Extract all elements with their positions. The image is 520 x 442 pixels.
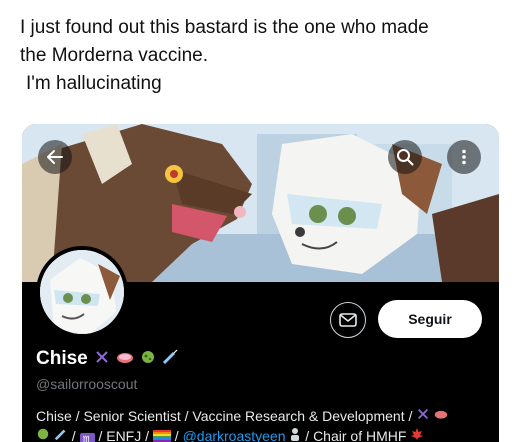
search-icon (397, 149, 414, 166)
handle: @sailorrooscout (36, 376, 138, 392)
person-emoji (289, 427, 301, 442)
bio-chair: / Chair of HMHF (305, 428, 407, 442)
syringe-emoji (162, 349, 178, 369)
envelope-icon (339, 313, 357, 327)
avatar-illustration (40, 250, 124, 334)
dna-emoji (94, 349, 110, 369)
infj-symbol-icon: ♏ (79, 433, 95, 442)
arrow-left-icon (47, 150, 63, 164)
bio-text-1: Chise / Senior Scientist / Vaccine Resea… (36, 408, 413, 424)
tweet-line-3: I'm hallucinating (26, 73, 162, 94)
petri-dish-emoji (434, 407, 448, 425)
rainbow-flag-icon (152, 430, 171, 442)
bio-sep-1: / (71, 428, 76, 442)
dna-emoji (416, 407, 430, 425)
bio-mention-link[interactable]: @darkroastyeen (183, 428, 286, 442)
petri-dish-emoji (116, 349, 134, 369)
syringe-emoji (54, 427, 68, 442)
bio-sep-2: / (174, 428, 179, 442)
tweet-text: I just found out this bastard is the one… (20, 14, 510, 98)
profile-screenshot-card: Seguir Chise @sailorrooscout Chise / Sen… (22, 124, 499, 442)
search-button[interactable] (388, 140, 422, 174)
more-vertical-icon (462, 149, 466, 165)
display-name-row: Chise (36, 346, 178, 372)
avatar[interactable] (36, 246, 128, 338)
more-options-button[interactable] (447, 140, 481, 174)
microbe-emoji (36, 427, 50, 442)
bio: Chise / Senior Scientist / Vaccine Resea… (36, 406, 496, 442)
bio-line-2: / ♏ / ENFJ / / @darkroastyeen / Chair of… (36, 426, 496, 442)
message-button[interactable] (330, 302, 366, 338)
bio-mbti: / ENFJ / (98, 428, 150, 442)
back-button[interactable] (38, 140, 72, 174)
microbe-emoji (140, 349, 156, 369)
bio-line-1: Chise / Senior Scientist / Vaccine Resea… (36, 406, 496, 426)
maple-leaf-emoji (410, 427, 424, 442)
tweet-line-2: the Morderna vaccine. (20, 45, 208, 66)
display-name: Chise (36, 348, 88, 369)
follow-button[interactable]: Seguir (378, 300, 482, 338)
tweet-line-1: I just found out this bastard is the one… (20, 17, 429, 38)
